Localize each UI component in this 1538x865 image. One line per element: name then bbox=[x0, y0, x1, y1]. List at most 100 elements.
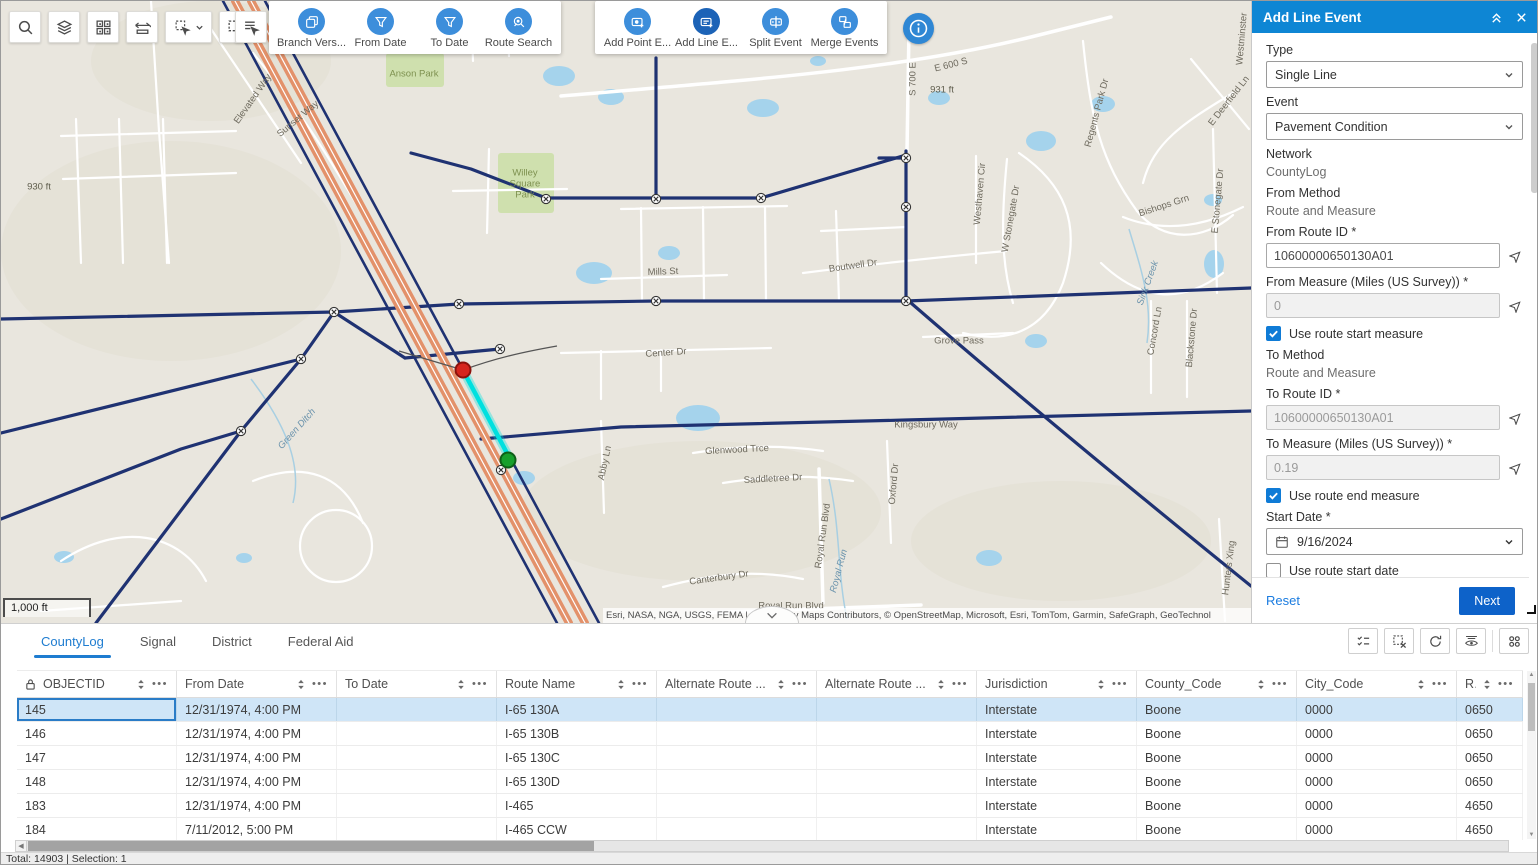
sort-icon[interactable] bbox=[297, 679, 305, 690]
from-method-value: Route and Measure bbox=[1266, 204, 1523, 218]
column-menu-icon[interactable]: ••• bbox=[472, 678, 488, 690]
sort-icon[interactable] bbox=[1257, 679, 1265, 690]
column-header-jurisdiction[interactable]: Jurisdiction••• bbox=[977, 671, 1137, 697]
table-horizontal-scrollbar[interactable]: ◀ bbox=[15, 840, 1509, 852]
tool-add-line-e-button[interactable]: Add Line E... bbox=[672, 8, 741, 49]
sort-icon[interactable] bbox=[457, 679, 465, 690]
use-route-end-measure-checkbox[interactable]: Use route end measure bbox=[1266, 488, 1523, 503]
info-button[interactable] bbox=[903, 13, 934, 44]
toolbar-search-button[interactable] bbox=[9, 11, 41, 43]
edit-tool-group: Add Point E...Add Line E...Split EventMe… bbox=[595, 1, 887, 54]
clear-selection-button[interactable] bbox=[1384, 628, 1414, 654]
apps-grid-button[interactable] bbox=[1499, 628, 1529, 654]
tool-split-event-button[interactable]: Split Event bbox=[741, 8, 810, 49]
column-header-alternate-route[interactable]: Alternate Route ...••• bbox=[817, 671, 977, 697]
table-cell: 146 bbox=[17, 722, 177, 745]
start-date-picker[interactable]: 9/16/2024 bbox=[1266, 528, 1523, 555]
tab-district[interactable]: District bbox=[212, 634, 252, 658]
basemap bbox=[1, 1, 1251, 623]
table-row[interactable]: 1847/11/2012, 5:00 PMI-465 CCWInterstate… bbox=[17, 818, 1523, 840]
column-header-alternate-route[interactable]: Alternate Route ...••• bbox=[657, 671, 817, 697]
next-button[interactable]: Next bbox=[1459, 587, 1515, 615]
attribute-table-section: CountyLog Signal District Federal Aid OBJEC… bbox=[1, 623, 1538, 865]
column-header-to-date[interactable]: To Date••• bbox=[337, 671, 497, 697]
show-selected-records-button[interactable] bbox=[1348, 628, 1378, 654]
column-menu-icon[interactable]: ••• bbox=[312, 678, 328, 690]
map-view[interactable]: Elevated WaySunset WayAnson Park930 ft93… bbox=[1, 1, 1251, 623]
table-cell bbox=[337, 794, 497, 817]
table-cell: 0000 bbox=[1297, 746, 1457, 769]
toolbar-basemap-gallery-button[interactable] bbox=[87, 11, 119, 43]
toolbar-attribute-selection-button[interactable] bbox=[235, 11, 267, 43]
table-row[interactable]: 14612/31/1974, 4:00 PMI-65 130BInterstat… bbox=[17, 722, 1523, 746]
column-menu-icon[interactable]: ••• bbox=[1272, 678, 1288, 690]
tool-route-search-button[interactable]: Route Search bbox=[484, 8, 553, 49]
panel-resize-handle[interactable] bbox=[1527, 605, 1536, 614]
event-select[interactable]: Pavement Condition bbox=[1266, 113, 1523, 140]
scrollbar-thumb[interactable] bbox=[28, 841, 594, 851]
column-header-route-name[interactable]: Route Name••• bbox=[497, 671, 657, 697]
column-menu-icon[interactable]: ••• bbox=[1112, 678, 1128, 690]
column-menu-icon[interactable]: ••• bbox=[952, 678, 968, 690]
table-cell bbox=[817, 794, 977, 817]
table-cell: 0000 bbox=[1297, 698, 1457, 721]
sort-icon[interactable] bbox=[937, 679, 945, 690]
table-row[interactable]: 18312/31/1974, 4:00 PMI-465InterstateBoo… bbox=[17, 794, 1523, 818]
sort-icon[interactable] bbox=[137, 679, 145, 690]
from-route-id-input[interactable] bbox=[1266, 243, 1500, 268]
table-row[interactable]: 14812/31/1974, 4:00 PMI-65 130DInterstat… bbox=[17, 770, 1523, 794]
attribute-toolbar bbox=[235, 11, 267, 43]
type-select[interactable]: Single Line bbox=[1266, 61, 1523, 88]
tool-add-point-e-button[interactable]: Add Point E... bbox=[603, 8, 672, 49]
tab-federal-aid[interactable]: Federal Aid bbox=[288, 634, 354, 658]
pick-measure-on-map-icon[interactable] bbox=[1509, 299, 1523, 313]
table-cell: Boone bbox=[1137, 698, 1297, 721]
column-menu-icon[interactable]: ••• bbox=[632, 678, 648, 690]
column-header-county-code[interactable]: County_Code••• bbox=[1137, 671, 1297, 697]
column-menu-icon[interactable]: ••• bbox=[152, 678, 168, 690]
table-cell bbox=[657, 770, 817, 793]
toolbar-layers-button[interactable] bbox=[48, 11, 80, 43]
tool-branch-vers-button[interactable]: Branch Vers... bbox=[277, 8, 346, 49]
close-panel-icon[interactable] bbox=[1515, 11, 1528, 24]
hide-columns-button[interactable] bbox=[1456, 628, 1486, 654]
tab-signal[interactable]: Signal bbox=[140, 634, 176, 658]
panel-scrollbar[interactable] bbox=[1531, 37, 1538, 237]
table-vertical-scrollbar[interactable]: ▲ ▼ bbox=[1527, 671, 1536, 839]
sort-icon[interactable] bbox=[1097, 679, 1105, 690]
toolbar-select-button[interactable] bbox=[165, 11, 212, 43]
reset-link[interactable]: Reset bbox=[1266, 593, 1300, 608]
table-row[interactable]: 14712/31/1974, 4:00 PMI-65 130CInterstat… bbox=[17, 746, 1523, 770]
sort-icon[interactable] bbox=[1417, 679, 1425, 690]
use-route-start-date-checkbox[interactable]: Use route start date bbox=[1266, 563, 1523, 577]
tool-from-date-button[interactable]: From Date bbox=[346, 8, 415, 49]
sort-icon[interactable] bbox=[617, 679, 625, 690]
attribute-table: OBJECTID•••From Date•••To Date•••Route N… bbox=[17, 670, 1523, 840]
pick-route-on-map-icon[interactable] bbox=[1509, 249, 1523, 263]
use-route-start-measure-checkbox[interactable]: Use route start measure bbox=[1266, 326, 1523, 341]
pick-measure-on-map-icon[interactable] bbox=[1509, 461, 1523, 475]
column-header-from-date[interactable]: From Date••• bbox=[177, 671, 337, 697]
column-header-city-code[interactable]: City_Code••• bbox=[1297, 671, 1457, 697]
sort-icon[interactable] bbox=[777, 679, 785, 690]
from-measure-marker bbox=[456, 363, 471, 378]
tab-countylog[interactable]: CountyLog bbox=[41, 634, 104, 658]
refresh-button[interactable] bbox=[1420, 628, 1450, 654]
collapse-panel-icon[interactable] bbox=[1490, 11, 1503, 24]
toolbar-measure-button[interactable] bbox=[126, 11, 158, 43]
column-header-rtel[interactable]: RTEL••• bbox=[1457, 671, 1523, 697]
column-menu-icon[interactable]: ••• bbox=[1432, 678, 1448, 690]
column-header-objectid[interactable]: OBJECTID••• bbox=[17, 671, 177, 697]
tool-label: Route Search bbox=[485, 37, 552, 49]
sort-icon[interactable] bbox=[1483, 679, 1491, 690]
tool-merge-events-button[interactable]: Merge Events bbox=[810, 8, 879, 49]
column-menu-icon[interactable]: ••• bbox=[1498, 678, 1514, 690]
table-cell: I-65 130C bbox=[497, 746, 657, 769]
chevron-down-icon bbox=[1504, 70, 1514, 80]
pick-route-on-map-icon[interactable] bbox=[1509, 411, 1523, 425]
scroll-left-arrow[interactable]: ◀ bbox=[16, 841, 27, 851]
tool-to-date-button[interactable]: To Date bbox=[415, 8, 484, 49]
column-menu-icon[interactable]: ••• bbox=[792, 678, 808, 690]
checkbox-icon bbox=[1266, 563, 1281, 577]
table-row[interactable]: 14512/31/1974, 4:00 PMI-65 130AInterstat… bbox=[17, 698, 1523, 722]
